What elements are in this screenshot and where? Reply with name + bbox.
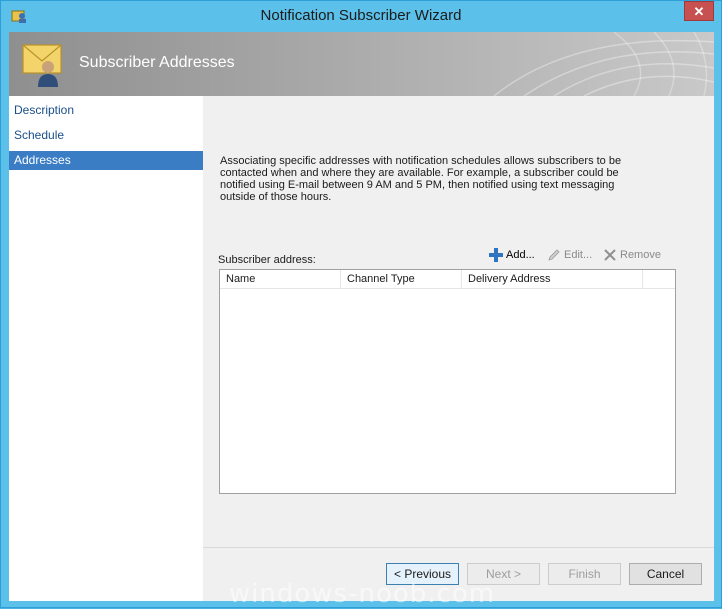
column-header-channel-type[interactable]: Channel Type [341,270,462,288]
remove-label: Remove [620,249,661,261]
nav-item-addresses[interactable]: Addresses [9,151,203,170]
nav-item-description[interactable]: Description [9,101,203,120]
column-header-name[interactable]: Name [220,270,341,288]
subscriber-address-list[interactable]: Name Channel Type Delivery Address [219,269,676,494]
content-pane: Associating specific addresses with noti… [203,96,714,547]
add-icon [489,248,503,263]
watermark-text: windows-noob.com [228,579,496,609]
edit-button[interactable]: Edit... [546,246,592,264]
header-decoration [493,32,714,96]
description-text: Associating specific addresses with noti… [220,155,622,203]
wizard-window: Notification Subscriber Wizard ✕ Subscri… [0,0,722,609]
nav-item-schedule[interactable]: Schedule [9,126,203,145]
window-title: Notification Subscriber Wizard [260,7,462,24]
list-header: Name Channel Type Delivery Address [220,270,675,289]
wizard-nav: Description Schedule Addresses [9,96,203,601]
remove-x-icon [604,249,616,261]
column-header-delivery-address[interactable]: Delivery Address [462,270,643,288]
close-button[interactable]: ✕ [684,1,714,21]
footer-divider [203,547,714,548]
header-banner: Subscriber Addresses [9,32,714,96]
wizard-client-area: Subscriber Addresses Description Schedul… [9,32,714,601]
pencil-icon [548,249,560,261]
subscriber-envelope-icon [22,44,62,87]
add-label: Add... [506,249,535,261]
title-bar: Notification Subscriber Wizard ✕ [1,1,721,31]
add-button[interactable]: Add... [488,246,535,264]
page-title: Subscriber Addresses [79,54,235,71]
subscriber-address-label: Subscriber address: [218,254,316,266]
edit-label: Edit... [564,249,593,261]
remove-button[interactable]: Remove [602,246,661,264]
